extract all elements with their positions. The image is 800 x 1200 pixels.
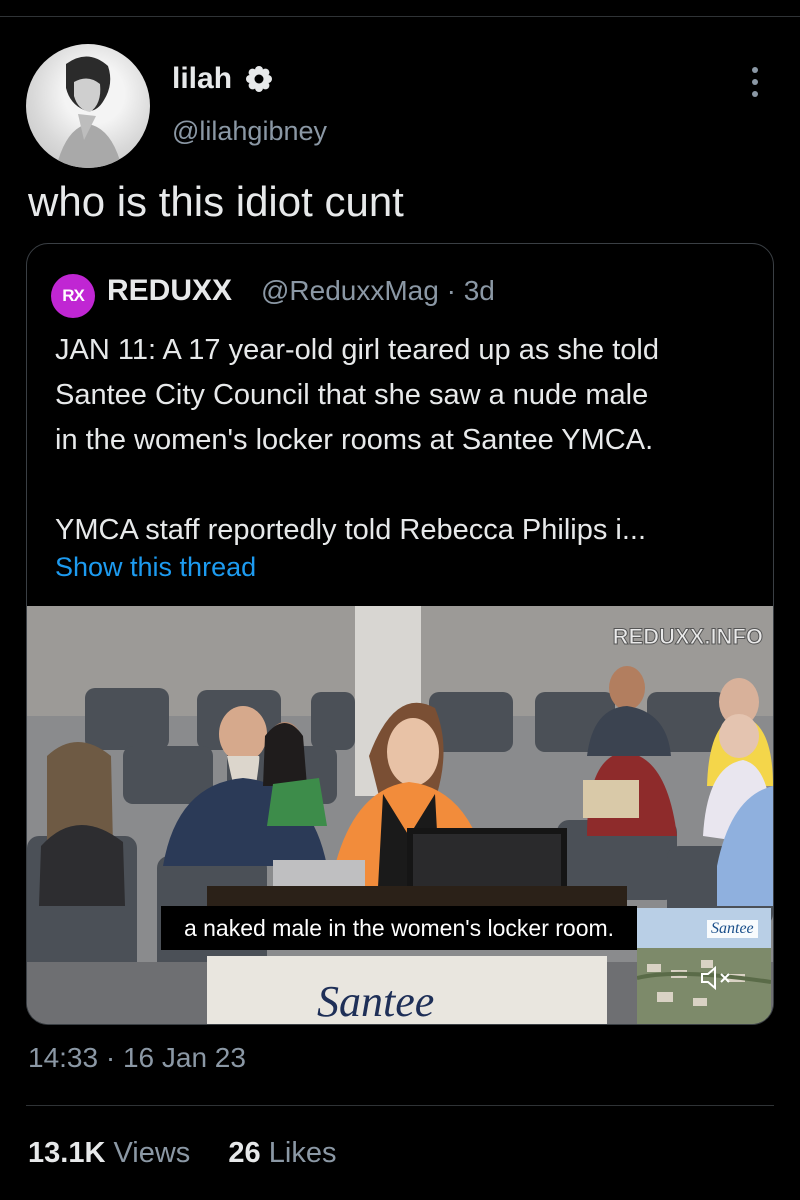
quoted-text-line: Santee City Council that she saw a nude … [55, 379, 649, 411]
show-thread-link[interactable]: Show this thread [55, 552, 256, 583]
podium-sign: Santee [317, 977, 435, 1024]
quoted-text-line: in the women's locker rooms at Santee YM… [55, 424, 654, 456]
video-player[interactable]: REDUXX.INFO Santee Santee a naked male i… [27, 606, 773, 1024]
tweet-stats: 13.1K Views 26 Likes [28, 1137, 336, 1170]
quoted-author-handle[interactable]: @ReduxxMag · 3d [261, 275, 495, 307]
video-caption: a naked male in the women's locker room. [161, 906, 637, 950]
views-count[interactable]: 13.1K [28, 1137, 105, 1169]
tweet-text: who is this idiot cunt [28, 178, 404, 225]
video-watermark: REDUXX.INFO [612, 624, 763, 650]
inset-logo: Santee [707, 920, 758, 938]
top-divider [0, 16, 800, 17]
avatar-photo [56, 56, 122, 168]
quoted-text-line: JAN 11: A 17 year-old girl teared up as … [55, 334, 659, 366]
quoted-tweet-card[interactable]: RX REDUXX @ReduxxMag · 3d JAN 11: A 17 y… [26, 243, 774, 1025]
mute-icon[interactable] [699, 964, 735, 992]
quoted-text-line: YMCA staff reportedly told Rebecca Phili… [55, 514, 647, 546]
quoted-author-name[interactable]: REDUXX [107, 274, 232, 308]
likes-label[interactable]: Likes [269, 1137, 337, 1169]
quoted-avatar[interactable]: RX [51, 274, 95, 318]
avatar[interactable] [26, 44, 150, 168]
more-icon[interactable] [744, 64, 766, 100]
tweet-timestamp[interactable]: 14:33 · 16 Jan 23 [28, 1042, 246, 1074]
quoted-tweet-text: JAN 11: A 17 year-old girl teared up as … [55, 328, 755, 553]
likes-count[interactable]: 26 [228, 1137, 260, 1169]
verified-icon [246, 66, 272, 92]
stats-divider [26, 1105, 774, 1106]
views-label[interactable]: Views [113, 1137, 190, 1169]
author-handle[interactable]: @lilahgibney [172, 116, 327, 147]
display-name[interactable]: lilah [172, 62, 232, 96]
